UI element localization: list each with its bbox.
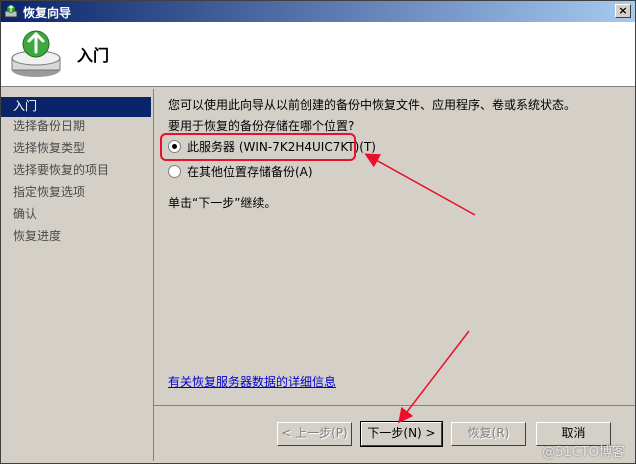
wizard-steps: 入门 选择备份日期 选择恢复类型 选择要恢复的项目 指定恢复选项 确认 恢复进度 bbox=[1, 92, 153, 462]
title-bar: 恢复向导 × bbox=[1, 1, 635, 22]
option-this-server[interactable]: 此服务器 (WIN-7K2H4UIC7KT)(T) bbox=[168, 137, 376, 155]
step-recovery-progress: 恢复进度 bbox=[13, 229, 62, 243]
more-info-link[interactable]: 有关恢复服务器数据的详细信息 bbox=[168, 373, 336, 390]
step-confirm: 确认 bbox=[13, 207, 38, 221]
option-other-location[interactable]: 在其他位置存储备份(A) bbox=[168, 162, 313, 180]
step-intro: 入门 bbox=[1, 97, 151, 117]
close-button[interactable]: × bbox=[615, 4, 631, 18]
step-select-items: 选择要恢复的项目 bbox=[13, 163, 110, 177]
radio-other-location[interactable] bbox=[168, 164, 181, 178]
step-specify-options: 指定恢复选项 bbox=[13, 185, 86, 199]
wizard-app-icon bbox=[4, 5, 18, 18]
option-this-server-label: 此服务器 (WIN-7K2H4UIC7KT)(T) bbox=[187, 139, 376, 154]
wizard-content: 您可以使用此向导从以前创建的备份中恢复文件、应用程序、卷或系统状态。 要用于恢复… bbox=[153, 89, 635, 405]
continue-hint: 单击“下一步”继续。 bbox=[168, 196, 277, 210]
page-heading: 入门 bbox=[77, 46, 110, 65]
previous-button[interactable]: < 上一步(P) bbox=[277, 422, 352, 446]
recovery-wizard-window: 恢复向导 × 入门 入门 选择备份日期 选择恢复类型 选择要恢复的项目 指定恢复… bbox=[0, 0, 636, 464]
recover-button[interactable]: 恢复(R) bbox=[451, 422, 526, 446]
wizard-header: 入门 bbox=[1, 22, 635, 87]
step-select-recovery-type: 选择恢复类型 bbox=[13, 141, 86, 155]
next-button[interactable]: 下一步(N) > bbox=[360, 421, 443, 447]
radio-this-server[interactable] bbox=[168, 139, 181, 153]
intro-text: 您可以使用此向导从以前创建的备份中恢复文件、应用程序、卷或系统状态。 bbox=[168, 98, 577, 112]
location-question: 要用于恢复的备份存储在哪个位置? bbox=[168, 119, 355, 133]
step-select-backup-date: 选择备份日期 bbox=[13, 119, 86, 133]
watermark: @51CTO博客 bbox=[542, 445, 625, 460]
window-title: 恢复向导 bbox=[23, 6, 72, 20]
server-restore-icon bbox=[11, 30, 61, 77]
option-other-location-label: 在其他位置存储备份(A) bbox=[187, 164, 313, 179]
